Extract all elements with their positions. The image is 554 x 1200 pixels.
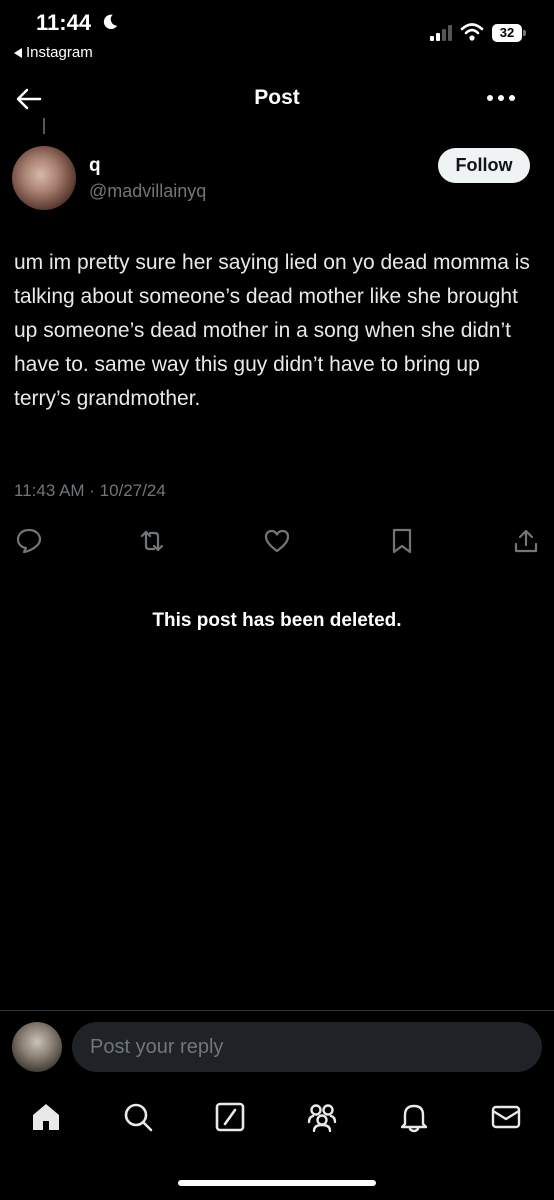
status-time: 11:44: [36, 10, 92, 35]
messages-icon[interactable]: [489, 1100, 523, 1134]
follow-button[interactable]: Follow: [438, 148, 530, 183]
share-icon[interactable]: [512, 527, 540, 555]
bottom-tab-bar: [0, 1090, 554, 1146]
battery-cap: [523, 30, 526, 36]
author-avatar[interactable]: [12, 146, 76, 210]
back-to-app-link[interactable]: Instagram: [14, 44, 93, 61]
reply-divider: [0, 1010, 554, 1011]
like-icon[interactable]: [263, 527, 291, 555]
author-display-name[interactable]: q: [89, 155, 101, 177]
repost-icon[interactable]: [138, 527, 166, 555]
status-bar: 11:44 Instagram 32: [0, 0, 554, 70]
cellular-signal-icon: [430, 25, 452, 41]
search-icon[interactable]: [121, 1100, 155, 1134]
current-user-avatar: [12, 1022, 62, 1072]
reply-icon[interactable]: [15, 527, 43, 555]
more-options-icon[interactable]: [486, 94, 516, 102]
page-title: Post: [254, 86, 300, 109]
back-triangle-icon: [14, 47, 22, 58]
battery-indicator: 32: [492, 24, 522, 42]
home-indicator[interactable]: [178, 1180, 376, 1186]
notifications-icon[interactable]: [397, 1100, 431, 1134]
post-body: um im pretty sure her saying lied on yo …: [14, 251, 530, 410]
moon-icon: [103, 14, 118, 30]
back-app-label: Instagram: [26, 44, 93, 61]
compose-icon[interactable]: [213, 1100, 247, 1134]
communities-icon[interactable]: [305, 1100, 339, 1134]
thread-connector: [43, 118, 45, 134]
post-timestamp[interactable]: 11:43 AM · 10/27/24: [14, 481, 166, 501]
deleted-post-notice: This post has been deleted.: [152, 610, 402, 631]
author-handle[interactable]: @madvillainyq: [89, 181, 206, 202]
wifi-icon: [460, 23, 484, 41]
reply-input[interactable]: [72, 1022, 542, 1072]
top-nav: Post: [0, 70, 554, 130]
bookmark-icon[interactable]: [388, 527, 416, 555]
home-icon[interactable]: [29, 1100, 63, 1134]
post-actions: [0, 527, 554, 557]
